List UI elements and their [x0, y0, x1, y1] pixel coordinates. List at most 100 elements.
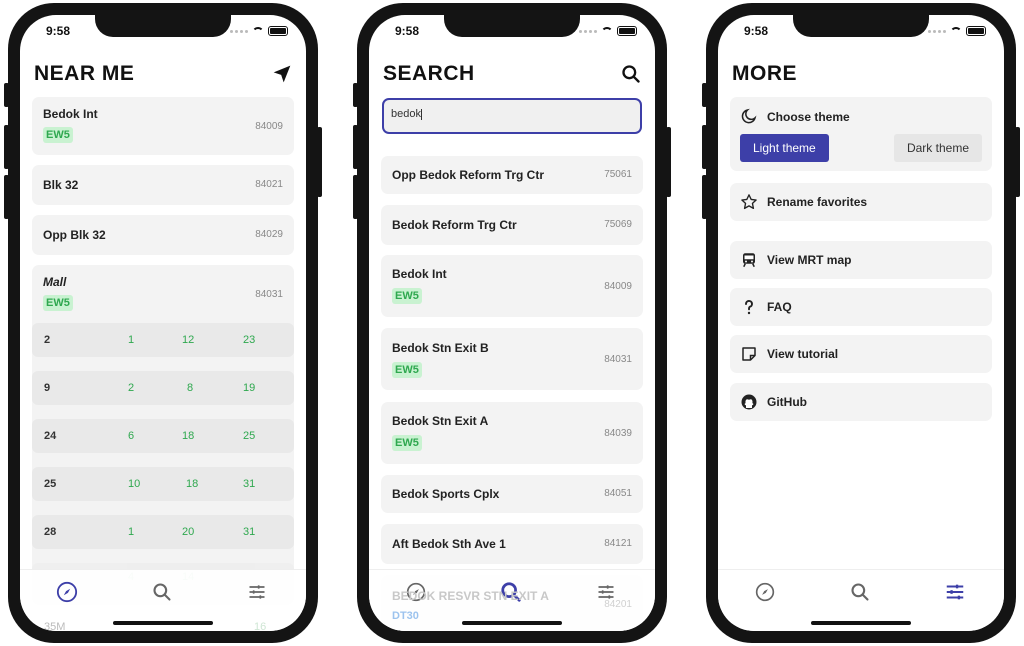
battery-icon [966, 26, 986, 36]
arrival-time: 16 [254, 621, 267, 631]
search-query: bedok [391, 108, 421, 120]
stop-name: Bedok Int [43, 107, 98, 121]
phone-search: 9:58 SEARCH bedok Opp Bedok Reform Trg C… [353, 3, 671, 643]
screen: 9:58 SEARCH bedok Opp Bedok Reform Trg C… [369, 15, 655, 631]
service-number: 9 [44, 382, 51, 394]
arrival-time: 12 [182, 334, 195, 346]
status-time: 9:58 [744, 24, 769, 38]
wifi-icon [601, 26, 613, 36]
item-label: Rename favorites [767, 195, 868, 209]
side-button [317, 127, 322, 197]
service-number: 2 [44, 334, 51, 346]
dark-theme-button[interactable]: Dark theme [893, 134, 982, 162]
arrival-time: 8 [187, 382, 194, 394]
stop-name: Bedok Reform Trg Ctr [392, 218, 517, 232]
github-icon [740, 393, 758, 411]
page-title: MORE [732, 62, 797, 85]
stop-name: Blk 32 [43, 178, 79, 192]
note-icon [740, 345, 758, 363]
screen: 9:58 NEAR ME Bedok Int EW5 84009 Blk 32 … [20, 15, 306, 631]
tab-more[interactable] [244, 580, 270, 604]
moon-icon [740, 107, 758, 125]
service-number: 35M [44, 621, 66, 631]
stop-code: 84031 [255, 289, 283, 300]
page-title: NEAR ME [34, 62, 135, 85]
search-input[interactable]: bedok [382, 98, 642, 134]
view-mrt-map-item[interactable]: View MRT map [730, 241, 992, 279]
stop-name: Opp Bedok Reform Trg Ctr [392, 168, 545, 182]
signal-icon [579, 29, 597, 33]
faq-item[interactable]: FAQ [730, 288, 992, 326]
side-button [4, 125, 9, 169]
side-button [702, 175, 707, 219]
page-title: SEARCH [383, 62, 475, 85]
mrt-badge: DT30 [392, 610, 419, 622]
signal-icon [928, 29, 946, 33]
item-label: View MRT map [767, 253, 852, 267]
light-theme-button[interactable]: Light theme [740, 134, 829, 162]
tab-bar [718, 569, 1004, 631]
home-indicator [113, 621, 213, 625]
train-icon [740, 251, 758, 269]
stop-name: Mall [43, 275, 67, 289]
rename-favorites-item[interactable]: Rename favorites [730, 183, 992, 221]
github-item[interactable]: GitHub [730, 383, 992, 421]
status-time: 9:58 [46, 24, 71, 38]
result-card[interactable]: Aft Bedok Sth Ave 1 84121 [381, 524, 643, 564]
side-button [353, 175, 358, 219]
view-tutorial-item[interactable]: View tutorial [730, 335, 992, 373]
tab-search[interactable] [847, 580, 873, 604]
stop-card[interactable]: Blk 32 84021 [32, 165, 294, 205]
arrival-time: 19 [243, 382, 256, 394]
arrival-row[interactable]: 28 1 20 31 [32, 515, 294, 549]
stop-code: 84009 [604, 281, 632, 292]
result-card[interactable]: Bedok Reform Trg Ctr 75069 [381, 205, 643, 245]
stop-code: 84031 [604, 354, 632, 365]
tab-near-me[interactable] [752, 580, 778, 604]
arrival-row[interactable]: 2 1 12 23 [32, 323, 294, 357]
result-card[interactable]: Bedok Stn Exit A EW5 84039 [381, 402, 643, 464]
arrival-time: 10 [128, 478, 141, 490]
mrt-badge: EW5 [43, 127, 73, 143]
tab-search[interactable] [149, 580, 175, 604]
item-label: GitHub [767, 395, 807, 409]
question-mark-icon [740, 298, 758, 316]
stop-name: Aft Bedok Sth Ave 1 [392, 537, 506, 551]
arrival-row[interactable]: 9 2 8 19 [32, 371, 294, 405]
arrival-time: 1 [128, 334, 135, 346]
arrival-time: 25 [243, 430, 256, 442]
stop-code: 84201 [604, 599, 632, 610]
location-arrow-icon[interactable] [272, 64, 292, 84]
side-button [4, 83, 9, 107]
stop-card[interactable]: Opp Blk 32 84029 [32, 215, 294, 255]
sliders-icon [946, 584, 964, 600]
arrival-time: 31 [243, 478, 256, 490]
search-icon [851, 583, 869, 601]
search-icon[interactable] [621, 64, 641, 84]
result-card[interactable]: Bedok Stn Exit B EW5 84031 [381, 328, 643, 390]
mrt-badge: EW5 [43, 295, 73, 311]
stop-code: 84039 [604, 428, 632, 439]
battery-icon [617, 26, 637, 36]
arrival-time: 31 [243, 526, 256, 538]
notch [95, 15, 231, 37]
item-label: View tutorial [767, 347, 839, 361]
result-card[interactable]: Opp Bedok Reform Trg Ctr 75061 [381, 156, 643, 194]
side-button [666, 127, 671, 197]
arrival-time: 23 [243, 334, 256, 346]
theme-card: Choose theme Light theme Dark theme [730, 97, 992, 171]
arrival-row[interactable]: 25 10 18 31 [32, 467, 294, 501]
home-indicator [462, 621, 562, 625]
screen: 9:58 MORE Choose theme Light theme Dark … [718, 15, 1004, 631]
result-card[interactable]: Bedok Sports Cplx 84051 [381, 475, 643, 513]
sliders-icon [249, 585, 265, 599]
notch [444, 15, 580, 37]
side-button [1015, 127, 1020, 197]
tab-near-me[interactable] [54, 580, 80, 604]
stop-name: Bedok Int [392, 267, 447, 281]
result-card[interactable]: Bedok Int EW5 84009 [381, 255, 643, 317]
arrival-time: 2 [128, 382, 135, 394]
tab-more[interactable] [942, 580, 968, 604]
stop-card[interactable]: Bedok Int EW5 84009 [32, 97, 294, 155]
arrival-row[interactable]: 24 6 18 25 [32, 419, 294, 453]
